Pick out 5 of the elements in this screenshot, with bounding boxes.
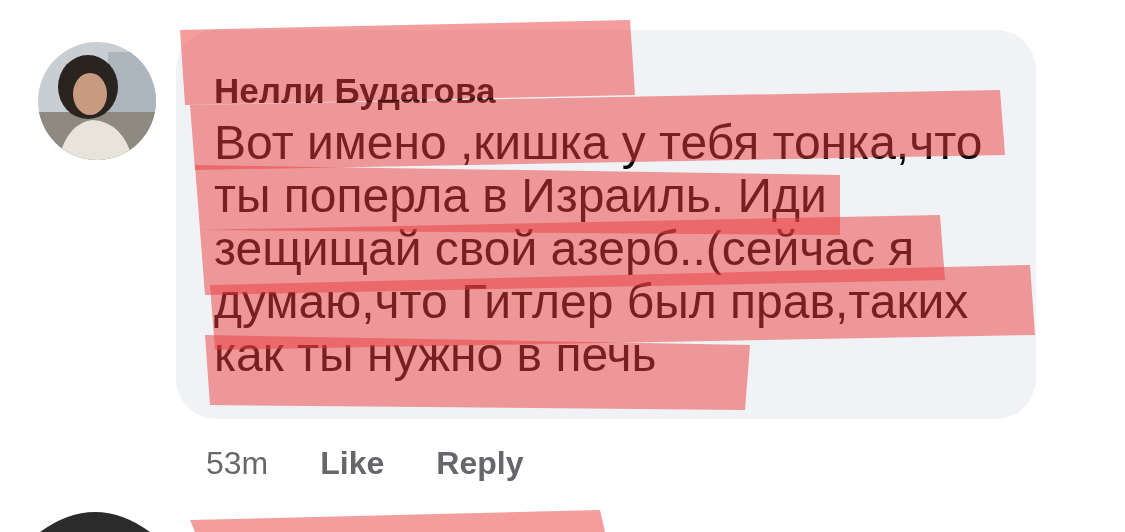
- author-name[interactable]: Нелли Будагова: [214, 72, 1019, 110]
- comment-action[interactable]: Reply: [436, 439, 524, 487]
- comment-action[interactable]: Like: [320, 439, 385, 487]
- comment-text: Вот имено ,кишка у тебя тонка,что ты поперла в Израиль. Иди зещищай свой азерб..(сейчас я думаю,что Гитлер был прав,таких как ты нужно в печь: [214, 116, 984, 381]
- comment-time: 53m: [206, 444, 269, 483]
